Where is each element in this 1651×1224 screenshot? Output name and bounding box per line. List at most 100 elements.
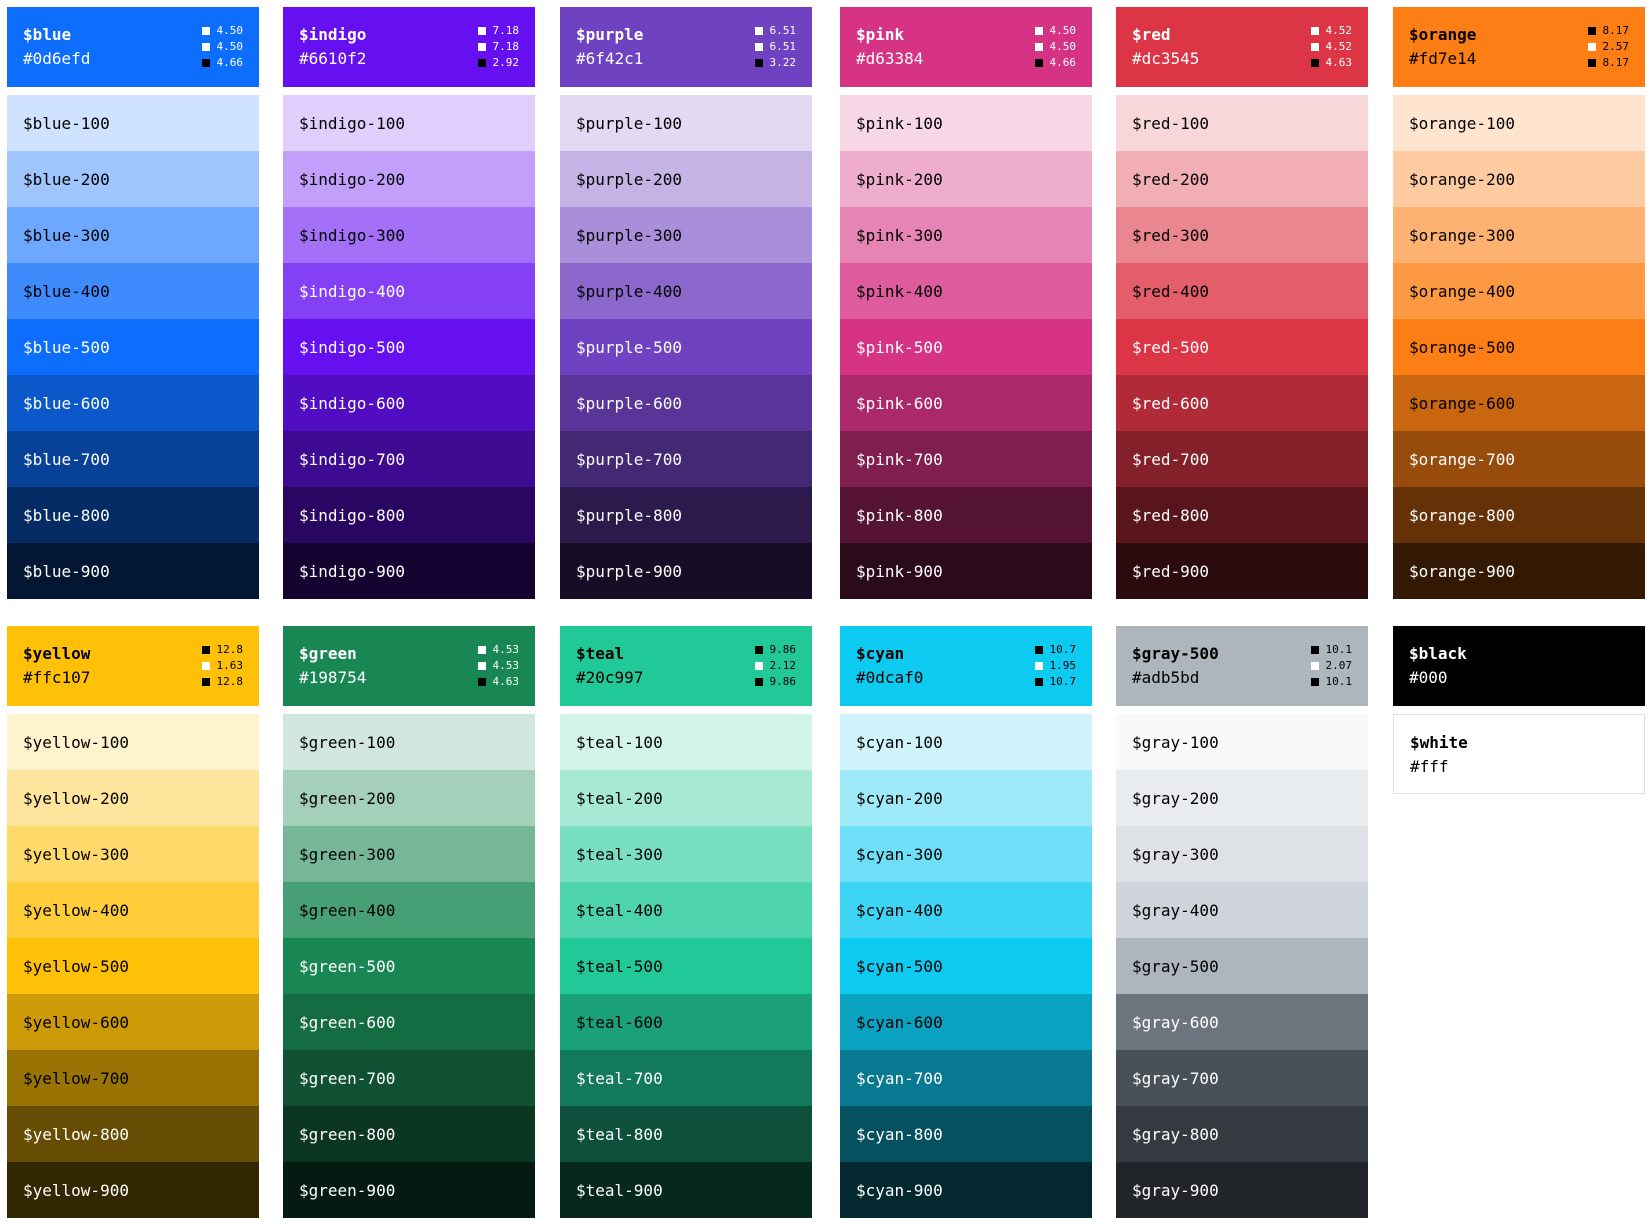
contrast-row: 4.53 bbox=[477, 658, 519, 674]
contrast-swatch-square-icon bbox=[201, 646, 210, 654]
contrast-swatch-square-icon bbox=[754, 678, 763, 686]
shade-gray-200: $gray-200 bbox=[1116, 770, 1368, 826]
contrast-ratios: 6.51 6.51 3.22 bbox=[754, 23, 797, 71]
contrast-swatch-square-icon bbox=[201, 662, 210, 670]
contrast-swatch-square-icon bbox=[754, 59, 763, 67]
shade-cyan-200: $cyan-200 bbox=[840, 770, 1092, 826]
contrast-value: 4.50 bbox=[1049, 24, 1077, 37]
contrast-value: 4.50 bbox=[216, 24, 244, 37]
shade-orange-300: $orange-300 bbox=[1393, 207, 1645, 263]
swatch-column-indigo: $indigo #6610f2 7.18 7.18 2.92 $indigo-100 $in… bbox=[283, 7, 535, 599]
shade-yellow-800: $yellow-800 bbox=[7, 1106, 259, 1162]
contrast-swatch-square-icon bbox=[477, 678, 486, 686]
shade-list: $red-100 $red-200 $red-300 $red-400 $red-500… bbox=[1116, 95, 1368, 599]
contrast-row: 3.22 bbox=[754, 55, 796, 71]
shade-blue-800: $blue-800 bbox=[7, 487, 259, 543]
shade-gray-900: $gray-900 bbox=[1116, 1162, 1368, 1218]
shade-green-200: $green-200 bbox=[283, 770, 535, 826]
swatch-column-gray-500: $gray-500 #adb5bd 10.1 2.07 10.1 $gray-100 $gr… bbox=[1116, 626, 1368, 1218]
shade-pink-600: $pink-600 bbox=[840, 375, 1092, 431]
shade-list: $cyan-100 $cyan-200 $cyan-300 $cyan-400 $cya… bbox=[840, 714, 1092, 1218]
shade-indigo-800: $indigo-800 bbox=[283, 487, 535, 543]
shade-cyan-500: $cyan-500 bbox=[840, 938, 1092, 994]
shade-green-800: $green-800 bbox=[283, 1106, 535, 1162]
shade-list: $pink-100 $pink-200 $pink-300 $pink-400 $pin… bbox=[840, 95, 1092, 599]
shade-purple-600: $purple-600 bbox=[560, 375, 812, 431]
contrast-swatch-square-icon bbox=[201, 59, 210, 67]
swatch-header-pink: $pink #d63384 4.50 4.50 4.66 bbox=[840, 7, 1092, 87]
shade-orange-900: $orange-900 bbox=[1393, 543, 1645, 599]
contrast-value: 9.86 bbox=[769, 643, 797, 656]
shade-indigo-100: $indigo-100 bbox=[283, 95, 535, 151]
shade-green-600: $green-600 bbox=[283, 994, 535, 1050]
shade-indigo-600: $indigo-600 bbox=[283, 375, 535, 431]
shade-purple-700: $purple-700 bbox=[560, 431, 812, 487]
shade-orange-200: $orange-200 bbox=[1393, 151, 1645, 207]
contrast-row: 4.50 bbox=[201, 39, 243, 55]
shade-list: $green-100 $green-200 $green-300 $green-400… bbox=[283, 714, 535, 1218]
white-name: $white bbox=[1410, 733, 1468, 752]
shade-green-300: $green-300 bbox=[283, 826, 535, 882]
swatch-header-teal: $teal #20c997 9.86 2.12 9.86 bbox=[560, 626, 812, 706]
shade-yellow-300: $yellow-300 bbox=[7, 826, 259, 882]
contrast-value: 12.8 bbox=[216, 675, 244, 688]
shade-pink-900: $pink-900 bbox=[840, 543, 1092, 599]
contrast-value: 2.12 bbox=[769, 659, 797, 672]
swatch-header-indigo: $indigo #6610f2 7.18 7.18 2.92 bbox=[283, 7, 535, 87]
shade-blue-600: $blue-600 bbox=[7, 375, 259, 431]
contrast-value: 7.18 bbox=[492, 24, 520, 37]
shade-cyan-300: $cyan-300 bbox=[840, 826, 1092, 882]
contrast-value: 6.51 bbox=[769, 24, 797, 37]
swatch-column-orange: $orange #fd7e14 8.17 2.57 8.17 $orange-100 $or… bbox=[1393, 7, 1645, 599]
contrast-ratios: 4.50 4.50 4.66 bbox=[201, 23, 244, 71]
contrast-row: 12.8 bbox=[201, 674, 244, 690]
shade-gray-500: $gray-500 bbox=[1116, 938, 1368, 994]
white-hex: #fff bbox=[1410, 757, 1449, 776]
shade-purple-200: $purple-200 bbox=[560, 151, 812, 207]
shade-yellow-100: $yellow-100 bbox=[7, 714, 259, 770]
shade-red-300: $red-300 bbox=[1116, 207, 1368, 263]
shade-orange-400: $orange-400 bbox=[1393, 263, 1645, 319]
swatch-header-gray-500: $gray-500 #adb5bd 10.1 2.07 10.1 bbox=[1116, 626, 1368, 706]
contrast-row: 7.18 bbox=[477, 39, 519, 55]
shade-yellow-400: $yellow-400 bbox=[7, 882, 259, 938]
shade-blue-900: $blue-900 bbox=[7, 543, 259, 599]
shade-teal-200: $teal-200 bbox=[560, 770, 812, 826]
shade-green-500: $green-500 bbox=[283, 938, 535, 994]
contrast-row: 1.63 bbox=[201, 658, 243, 674]
shade-red-100: $red-100 bbox=[1116, 95, 1368, 151]
shade-purple-100: $purple-100 bbox=[560, 95, 812, 151]
contrast-row: 4.63 bbox=[477, 674, 519, 690]
black-white-swatches: $black #000 $white #fff bbox=[1393, 626, 1645, 794]
swatch-column-red: $red #dc3545 4.52 4.52 4.63 $red-100 $red-200 $… bbox=[1116, 7, 1368, 599]
shade-blue-100: $blue-100 bbox=[7, 95, 259, 151]
shade-red-500: $red-500 bbox=[1116, 319, 1368, 375]
black-swatch: $black #000 bbox=[1393, 626, 1645, 706]
shade-teal-600: $teal-600 bbox=[560, 994, 812, 1050]
shade-cyan-400: $cyan-400 bbox=[840, 882, 1092, 938]
contrast-row: 10.7 bbox=[1034, 674, 1076, 690]
contrast-swatch-square-icon bbox=[1587, 27, 1596, 35]
shade-orange-500: $orange-500 bbox=[1393, 319, 1645, 375]
contrast-ratios: 4.50 4.50 4.66 bbox=[1034, 23, 1077, 71]
contrast-swatch-square-icon bbox=[754, 646, 763, 654]
contrast-swatch-square-icon bbox=[477, 662, 486, 670]
swatch-header-cyan: $cyan #0dcaf0 10.7 1.95 10.7 bbox=[840, 626, 1092, 706]
shade-cyan-900: $cyan-900 bbox=[840, 1162, 1092, 1218]
shade-gray-700: $gray-700 bbox=[1116, 1050, 1368, 1106]
shade-gray-100: $gray-100 bbox=[1116, 714, 1368, 770]
contrast-ratios: 8.17 2.57 8.17 bbox=[1587, 23, 1629, 71]
shade-pink-500: $pink-500 bbox=[840, 319, 1092, 375]
shade-teal-800: $teal-800 bbox=[560, 1106, 812, 1162]
shade-yellow-200: $yellow-200 bbox=[7, 770, 259, 826]
contrast-swatch-square-icon bbox=[477, 27, 486, 35]
shade-blue-700: $blue-700 bbox=[7, 431, 259, 487]
shade-list: $orange-100 $orange-200 $orange-300 $orange… bbox=[1393, 95, 1645, 599]
contrast-row: 4.52 bbox=[1310, 39, 1352, 55]
shade-orange-600: $orange-600 bbox=[1393, 375, 1645, 431]
contrast-swatch-square-icon bbox=[1310, 678, 1319, 686]
contrast-ratios: 12.8 1.63 12.8 bbox=[201, 642, 244, 690]
contrast-swatch-square-icon bbox=[754, 27, 763, 35]
contrast-swatch-square-icon bbox=[1310, 662, 1319, 670]
shade-list: $indigo-100 $indigo-200 $indigo-300 $indigo… bbox=[283, 95, 535, 599]
